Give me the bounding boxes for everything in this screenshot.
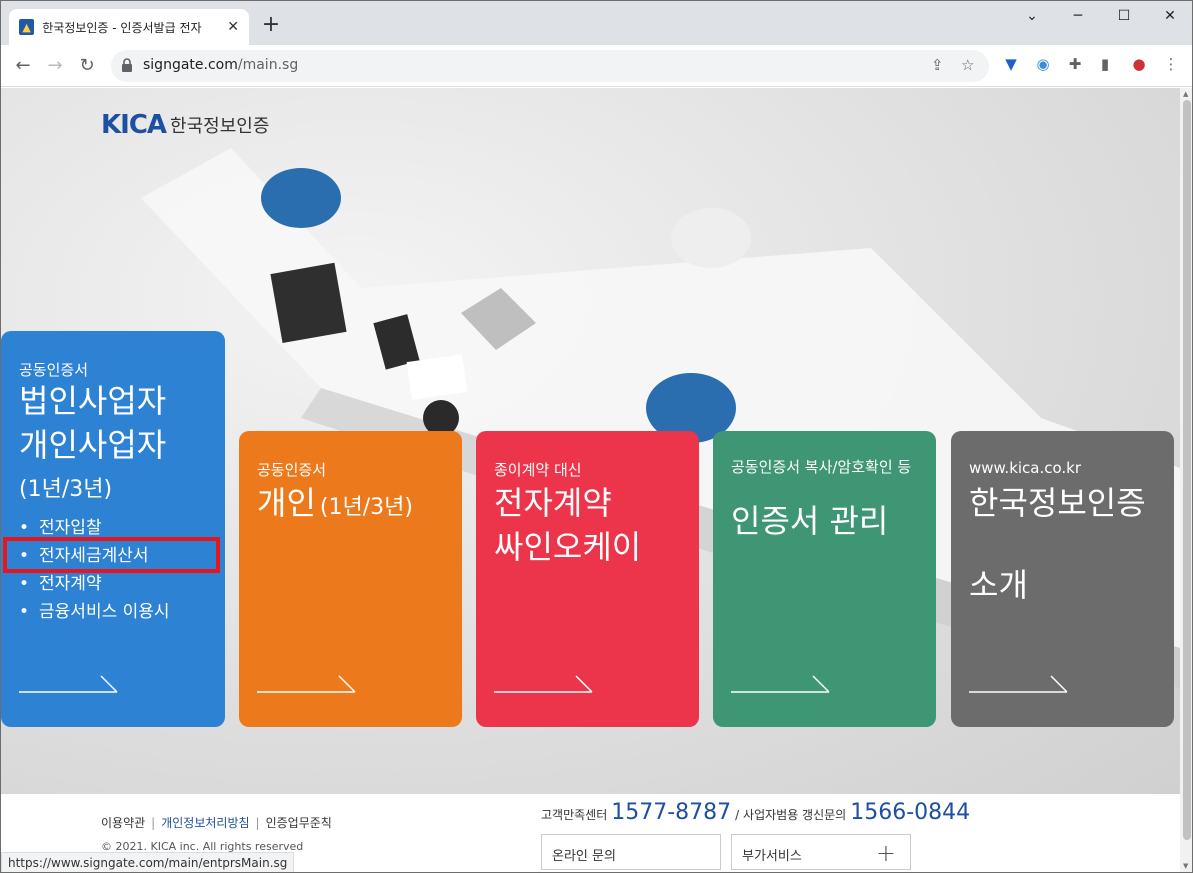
- footer-links: 이용약관 | 개인정보처리방침 | 인증업무준칙: [101, 816, 332, 830]
- browser-window: ▲ 한국정보인증 - 인증서발급 전자 ✕ + ⌄ ─ ☐ ✕ ← → ↻ si…: [0, 0, 1193, 873]
- arrow-right-icon: [19, 675, 118, 693]
- vpn-extension-icon[interactable]: ▼: [1001, 54, 1021, 74]
- hero-background: KICA 한국정보인증 공동인증서 법인사업자 개인사업자 (1년/3년) 전자…: [1, 88, 1180, 794]
- reload-icon[interactable]: ↻: [73, 52, 101, 80]
- new-tab-button[interactable]: +: [259, 13, 283, 37]
- forward-icon[interactable]: →: [41, 52, 69, 80]
- logo-text: 한국정보인증: [170, 116, 270, 137]
- status-bar-url: https://www.signgate.com/main/entprsMain…: [1, 852, 295, 872]
- extension-icon[interactable]: ◉: [1033, 54, 1053, 74]
- card-heading: 인증서 관리: [731, 502, 889, 540]
- arrow-right-icon: [969, 675, 1068, 693]
- card-e-contract[interactable]: 종이계약 대신 전자계약 싸인오케이: [476, 431, 699, 727]
- logo-mark: KICA: [101, 110, 167, 140]
- card-heading-line1: 한국정보인증: [969, 484, 1146, 522]
- maximize-button[interactable]: ☐: [1101, 5, 1147, 33]
- arrow-right-icon: [494, 675, 593, 693]
- back-icon[interactable]: ←: [9, 52, 37, 80]
- profile-avatar[interactable]: ●: [1129, 54, 1149, 74]
- privacy-link[interactable]: 개인정보처리방침: [161, 816, 249, 830]
- arrow-right-icon: [257, 675, 356, 693]
- close-window-button[interactable]: ✕: [1147, 5, 1192, 33]
- card-heading-line1: 법인사업자: [19, 382, 167, 420]
- url-path: /main.sg: [237, 57, 299, 73]
- minimize-button[interactable]: ─: [1055, 5, 1101, 33]
- side-panel-icon[interactable]: ▮: [1095, 54, 1115, 74]
- card-business-certificate[interactable]: 공동인증서 법인사업자 개인사업자 (1년/3년) 전자입찰 전자세금계산서 전…: [1, 331, 225, 727]
- plus-icon: +: [875, 839, 896, 867]
- button-label: 온라인 문의: [552, 849, 616, 864]
- list-item[interactable]: 금융서비스 이용시: [19, 598, 170, 626]
- share-icon[interactable]: ⇪: [931, 56, 944, 74]
- highlight-box: [3, 537, 220, 573]
- card-certificate-management[interactable]: 공동인증서 복사/암호확인 등 인증서 관리: [713, 431, 936, 727]
- card-heading-line2: 싸인오케이: [494, 528, 642, 566]
- lock-icon: [122, 58, 132, 72]
- contact-number: 1577-8787: [611, 800, 732, 825]
- card-company-intro[interactable]: www.kica.co.kr 한국정보인증 소개: [951, 431, 1174, 727]
- card-personal-certificate[interactable]: 공동인증서 개인 (1년/3년): [239, 431, 462, 727]
- tab-title: 한국정보인증 - 인증서발급 전자: [42, 20, 202, 35]
- card-label: 공동인증서 복사/암호확인 등: [731, 458, 912, 476]
- close-tab-icon[interactable]: ✕: [227, 19, 239, 35]
- browser-tab[interactable]: ▲ 한국정보인증 - 인증서발급 전자 ✕: [9, 9, 249, 45]
- url-host: signgate.com: [143, 57, 238, 73]
- card-heading: 개인 (1년/3년): [257, 484, 413, 523]
- extra-services-button[interactable]: 부가서비스 +: [731, 834, 911, 870]
- card-heading-text: 개인: [257, 484, 316, 522]
- contact-info: 고객만족센터 1577-8787 / 사업자범용 갱신문의 1566-0844: [541, 800, 974, 825]
- cps-link[interactable]: 인증업무준칙: [266, 816, 332, 830]
- scroll-up-icon[interactable]: ▲: [1183, 90, 1188, 98]
- address-bar[interactable]: signgate.com/main.sg ⇪ ☆: [111, 50, 989, 82]
- vertical-scrollbar[interactable]: ▲ ▼: [1180, 88, 1192, 872]
- card-label: 공동인증서: [19, 361, 89, 379]
- contact-label: 고객만족센터: [541, 808, 608, 822]
- card-period: (1년/3년): [319, 495, 413, 520]
- contact-number: 1566-0844: [850, 800, 971, 825]
- menu-kebab-icon[interactable]: ⋮: [1161, 54, 1181, 74]
- arrow-right-icon: [731, 675, 830, 693]
- browser-toolbar: ← → ↻ signgate.com/main.sg ⇪ ☆ ▼ ◉ ✚ ▮ ●…: [1, 45, 1192, 87]
- card-label: www.kica.co.kr: [969, 459, 1082, 477]
- online-inquiry-button[interactable]: 온라인 문의: [541, 834, 721, 870]
- contact-label: / 사업자범용 갱신문의: [735, 808, 847, 822]
- page-viewport: KICA 한국정보인증 공동인증서 법인사업자 개인사업자 (1년/3년) 전자…: [1, 88, 1180, 872]
- kica-logo[interactable]: KICA 한국정보인증: [101, 110, 269, 140]
- url-text: signgate.com/main.sg: [143, 57, 298, 73]
- extensions-puzzle-icon[interactable]: ✚: [1065, 54, 1085, 74]
- list-item[interactable]: 전자계약: [19, 570, 170, 598]
- tab-search-icon[interactable]: ⌄: [1009, 5, 1055, 33]
- card-label: 공동인증서: [257, 461, 327, 479]
- card-heading-line2: 개인사업자: [19, 426, 167, 464]
- scrollbar-thumb[interactable]: [1183, 100, 1191, 840]
- card-label: 종이계약 대신: [494, 461, 582, 479]
- card-heading-line1: 전자계약: [494, 484, 612, 522]
- terms-link[interactable]: 이용약관: [101, 816, 145, 830]
- button-label: 부가서비스: [742, 849, 802, 864]
- kica-favicon-icon: ▲: [19, 19, 35, 35]
- tab-strip: ▲ 한국정보인증 - 인증서발급 전자 ✕ + ⌄ ─ ☐ ✕: [1, 1, 1192, 45]
- card-period: (1년/3년): [19, 477, 113, 502]
- scroll-down-icon[interactable]: ▼: [1183, 862, 1188, 870]
- bookmark-star-icon[interactable]: ☆: [961, 56, 974, 74]
- card-heading-line2: 소개: [969, 566, 1028, 604]
